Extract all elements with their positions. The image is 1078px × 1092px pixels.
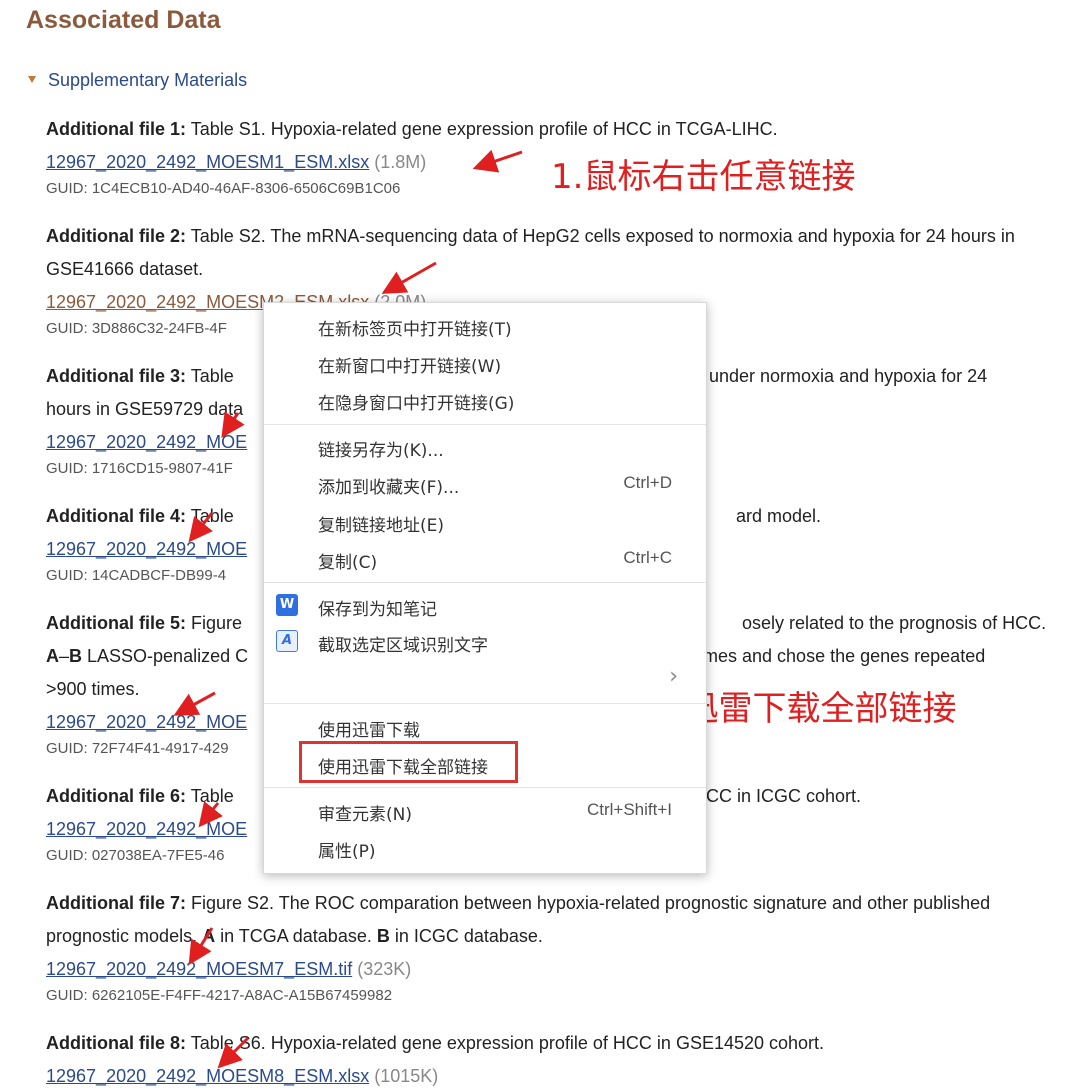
- context-menu: 在新标签页中打开链接(T) 在新窗口中打开链接(W) 在隐身窗口中打开链接(G)…: [263, 302, 707, 874]
- menu-save-to-note[interactable]: W 保存到为知笔记: [264, 588, 706, 624]
- menu-thunder-download[interactable]: 使用迅雷下载: [264, 709, 706, 745]
- menu-ocr[interactable]: A 截取选定区域识别文字: [264, 624, 706, 660]
- panel-letter: B: [69, 646, 83, 666]
- file-link[interactable]: 12967_2020_2492_MOE: [46, 819, 247, 839]
- menu-open-new-window[interactable]: 在新窗口中打开链接(W): [264, 345, 706, 381]
- menu-copy[interactable]: 复制(C) Ctrl+C: [264, 541, 706, 577]
- menu-open-incognito[interactable]: 在隐身窗口中打开链接(G): [264, 382, 706, 418]
- file-description: Figure: [186, 613, 243, 633]
- file-label: Additional file 6:: [46, 786, 187, 806]
- collapse-triangle-icon[interactable]: [28, 75, 36, 83]
- file-label: Additional file 7:: [46, 893, 187, 913]
- file-size: (1.8M): [374, 152, 427, 172]
- file-label: Additional file 3:: [46, 366, 187, 386]
- wiz-note-icon: W: [276, 594, 298, 616]
- menu-save-link-as[interactable]: 链接另存为(K)...: [264, 429, 706, 465]
- menu-add-favorite[interactable]: 添加到收藏夹(F)... Ctrl+D: [264, 466, 706, 502]
- file-description: Table: [186, 506, 234, 526]
- file-description: in TCGA database.: [215, 926, 377, 946]
- file-link[interactable]: 12967_2020_2492_MOESM7_ESM.tif: [46, 959, 352, 979]
- file-label: Additional file 1:: [46, 119, 187, 139]
- menu-properties[interactable]: 属性(P): [264, 830, 706, 866]
- menu-divider: [264, 703, 706, 704]
- file-link[interactable]: 12967_2020_2492_MOE: [46, 712, 247, 732]
- ocr-icon: A: [276, 630, 298, 652]
- file-description-tail: ard model.: [736, 506, 822, 526]
- file-label: Additional file 8:: [46, 1033, 187, 1053]
- dash: –: [59, 646, 70, 666]
- file-description-tail: CC in ICGC cohort.: [706, 786, 862, 806]
- file-size: (1015K): [374, 1066, 439, 1086]
- file-link[interactable]: 12967_2020_2492_MOESM1_ESM.xlsx: [46, 152, 369, 172]
- file-link[interactable]: 12967_2020_2492_MOESM8_ESM.xlsx: [46, 1066, 369, 1086]
- file-link[interactable]: 12967_2020_2492_MOE: [46, 432, 247, 452]
- menu-open-new-tab[interactable]: 在新标签页中打开链接(T): [264, 308, 706, 344]
- file-label: Additional file 2:: [46, 226, 187, 246]
- menu-divider: [264, 424, 706, 425]
- menu-divider: [264, 582, 706, 583]
- panel-letter: A: [46, 646, 59, 666]
- panel-letter: B: [376, 926, 390, 946]
- file-link[interactable]: 12967_2020_2492_MOE: [46, 539, 247, 559]
- menu-copy-link[interactable]: 复制链接地址(E): [264, 504, 706, 540]
- file-description-tail: osely related to the prognosis of HCC.: [742, 613, 1047, 633]
- file-description-tail: 0 times and chose the genes repeated: [679, 646, 986, 666]
- file-description: Table: [186, 366, 234, 386]
- file-entry: Additional file 8: Table S6. Hypoxia-rel…: [46, 1027, 1066, 1092]
- menu-inspect[interactable]: 审查元素(N) Ctrl+Shift+I: [264, 793, 706, 829]
- menu-divider: [264, 787, 706, 788]
- file-guid: GUID: 6262105E-F4FF-4217-A8AC-A15B674599…: [46, 987, 393, 1004]
- file-description: Table: [186, 786, 234, 806]
- file-description: in ICGC database.: [389, 926, 543, 946]
- file-size: (323K): [357, 959, 412, 979]
- file-description: Table S2. The mRNA-sequencing data of He…: [46, 226, 1015, 279]
- section-label: Supplementary Materials: [48, 70, 248, 90]
- file-label: Additional file 5:: [46, 613, 187, 633]
- file-label: Additional file 4:: [46, 506, 187, 526]
- supplementary-materials-toggle[interactable]: Supplementary Materials: [28, 70, 247, 91]
- panel-letter: A: [202, 926, 216, 946]
- file-entry: Additional file 7: Figure S2. The ROC co…: [46, 887, 1066, 1007]
- page-title: Associated Data: [26, 6, 221, 34]
- file-description-tail: under normoxia and hypoxia for 24: [709, 366, 988, 386]
- file-description: Table S6. Hypoxia-related gene expressio…: [186, 1033, 825, 1053]
- file-description: Table S1. Hypoxia-related gene expressio…: [186, 119, 778, 139]
- chevron-right-icon: ›: [669, 664, 678, 689]
- highlight-box: [299, 741, 518, 783]
- step1-annotation: 1.鼠标右击任意链接: [551, 157, 856, 197]
- file-description: LASSO-penalized C: [82, 646, 249, 666]
- menu-submenu[interactable]: ›: [264, 660, 706, 696]
